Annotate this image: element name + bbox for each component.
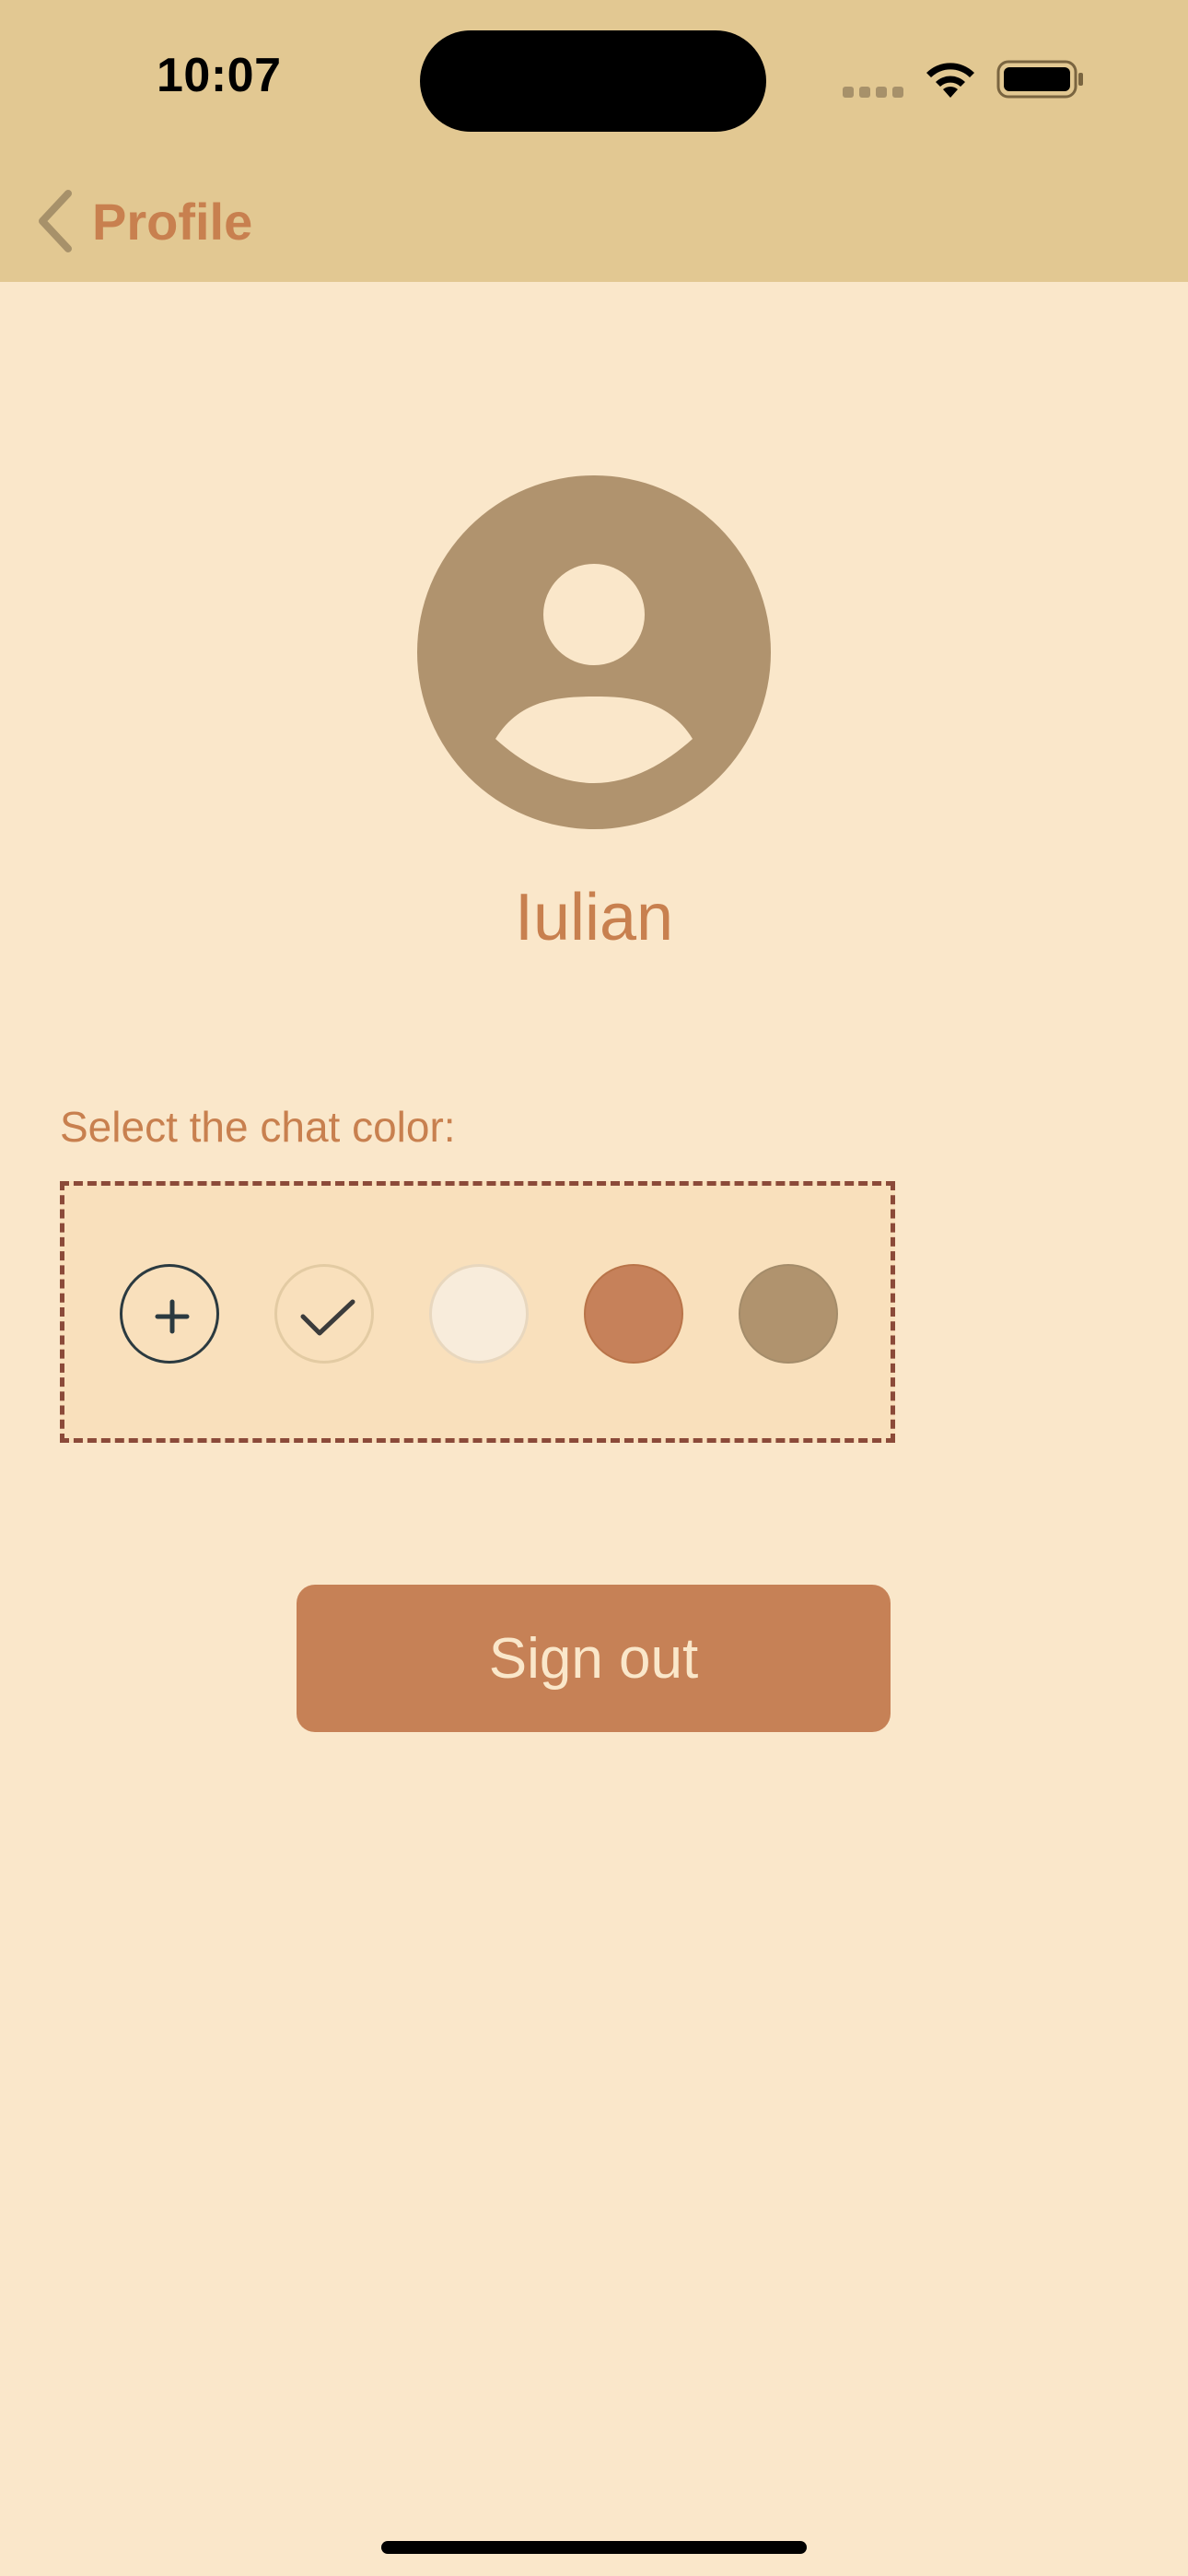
battery-icon bbox=[996, 60, 1083, 99]
home-indicator[interactable] bbox=[381, 2541, 807, 2554]
person-icon bbox=[417, 475, 771, 829]
add-color-button[interactable] bbox=[120, 1264, 219, 1364]
navigation-header: 10:07 Profile bbox=[0, 0, 1188, 282]
checkmark-icon bbox=[300, 1299, 355, 1336]
user-name: Iulian bbox=[514, 881, 674, 954]
color-swatch[interactable] bbox=[584, 1264, 683, 1364]
cellular-signal-icon bbox=[843, 87, 905, 98]
wifi-icon bbox=[926, 63, 974, 98]
status-time: 10:07 bbox=[157, 49, 282, 102]
dynamic-island bbox=[420, 30, 766, 132]
plus-icon bbox=[155, 1299, 190, 1334]
chevron-left-icon bbox=[39, 190, 72, 252]
sign-out-button[interactable]: Sign out bbox=[297, 1585, 891, 1732]
back-button[interactable]: Profile bbox=[35, 184, 252, 258]
back-button-label: Profile bbox=[92, 192, 253, 251]
color-swatch[interactable] bbox=[429, 1264, 529, 1364]
color-swatch[interactable] bbox=[739, 1264, 838, 1364]
color-swatch-selected[interactable] bbox=[274, 1264, 374, 1364]
chat-color-label: Select the chat color: bbox=[60, 1103, 456, 1151]
